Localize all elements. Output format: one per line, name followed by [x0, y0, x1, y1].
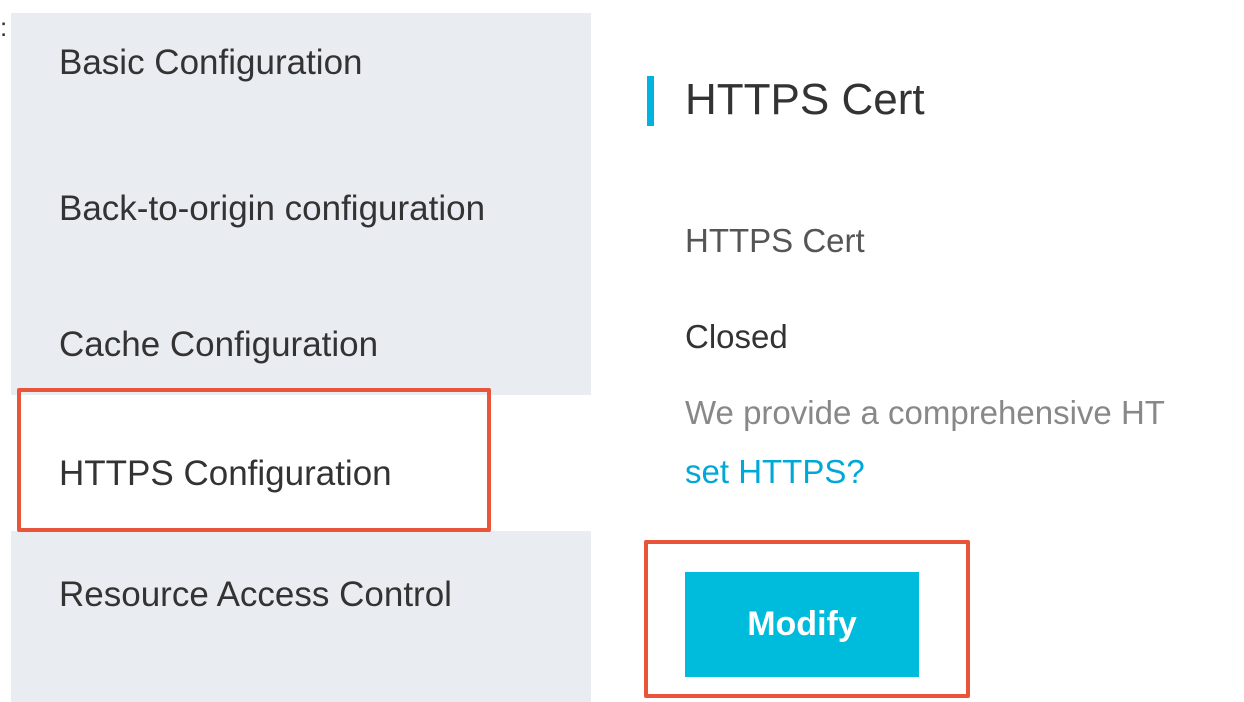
https-cert-status: Closed [685, 318, 788, 355]
https-description: We provide a comprehensive HT [685, 394, 1165, 431]
sidebar-item-label: Cache Configuration [59, 325, 379, 364]
sidebar-item-label: Back-to-origin configuration [59, 189, 486, 228]
section-title: HTTPS Cert [685, 75, 925, 124]
sidebar-item-basic-configuration[interactable]: Basic Configuration [11, 13, 591, 147]
sidebar-item-label: Resource Access Control [59, 575, 452, 614]
section-accent-bar [647, 76, 654, 126]
sidebar-item-label: Basic Configuration [59, 43, 363, 82]
text-fragment: : [0, 12, 8, 42]
set-https-help-link[interactable]: set HTTPS? [685, 451, 865, 493]
sidebar-item-https-configuration[interactable]: HTTPS Configuration [11, 395, 591, 531]
https-cert-label: HTTPS Cert [685, 222, 865, 259]
sidebar-item-label: HTTPS Configuration [59, 454, 392, 493]
modify-button[interactable]: Modify [685, 572, 919, 677]
sidebar-item-resource-access-control[interactable]: Resource Access Control [11, 531, 591, 702]
sidebar-item-back-to-origin-configuration[interactable]: Back-to-origin configuration [11, 147, 591, 281]
config-sidebar: Basic Configuration Back-to-origin confi… [11, 13, 591, 702]
